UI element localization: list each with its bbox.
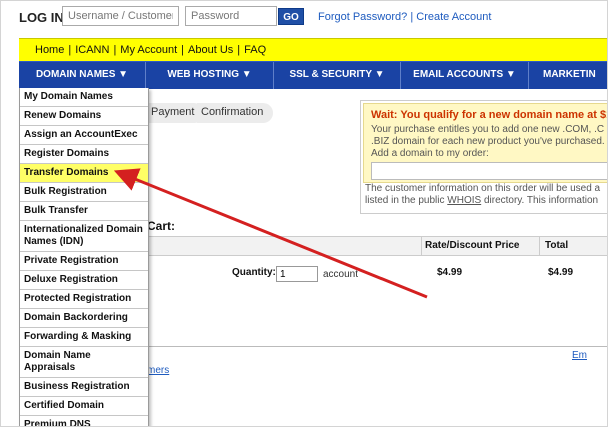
cart-title: Cart: [147, 219, 176, 233]
toplink-faq[interactable]: FAQ [244, 44, 266, 56]
column-divider [539, 237, 540, 255]
note-line-2: listed in the public WHOIS directory. Th… [365, 195, 607, 207]
menu-item-domain-backordering[interactable]: Domain Backordering [20, 309, 148, 328]
note-text: directory. This information [481, 195, 599, 206]
account-links: Forgot Password? | Create Account [318, 11, 491, 23]
create-account-link[interactable]: Create Account [416, 11, 491, 23]
step-payment: Payment [147, 103, 205, 123]
toplink-separator: | [68, 44, 72, 56]
menu-item-private-registration[interactable]: Private Registration [20, 252, 148, 271]
menu-item-my-domain-names[interactable]: My Domain Names [20, 88, 148, 107]
menu-item-idn[interactable]: Internationalized Domain Names (IDN) [20, 221, 148, 252]
menu-item-bulk-registration[interactable]: Bulk Registration [20, 183, 148, 202]
forgot-password-link[interactable]: Forgot Password? [318, 11, 407, 23]
offer-line: Your purchase entitles you to add one ne… [371, 124, 605, 135]
quantity-input[interactable] [276, 266, 318, 282]
toplink-my-account[interactable]: My Account [120, 44, 177, 56]
col-price-header: Rate/Discount Price [425, 240, 520, 251]
domain-names-menu: My Domain Names Renew Domains Assign an … [19, 88, 149, 426]
toplink-about-us[interactable]: About Us [188, 44, 233, 56]
menu-item-deluxe-registration[interactable]: Deluxe Registration [20, 271, 148, 290]
note-text: listed in the public [365, 195, 448, 206]
nav-tab-email-accounts[interactable]: EMAIL ACCOUNTS ▼ [401, 62, 529, 89]
add-domain-input[interactable] [371, 162, 607, 180]
offer-line: .BIZ domain for each new product you've … [371, 136, 605, 147]
menu-item-premium-dns[interactable]: Premium DNS [20, 416, 148, 426]
nav-tab-web-hosting[interactable]: WEB HOSTING ▼ [146, 62, 274, 89]
nav-tab-domain-names[interactable]: DOMAIN NAMES ▼ [19, 62, 146, 89]
divider [147, 346, 607, 347]
step-confirmation: Confirmation [197, 103, 274, 123]
top-links-bar: Home | ICANN | My Account | About Us | FAQ [19, 38, 607, 61]
menu-item-transfer-domains[interactable]: Transfer Domains [20, 164, 148, 183]
toplink-icann[interactable]: ICANN [75, 44, 109, 56]
toplink-separator: | [181, 44, 185, 56]
menu-item-register-domains[interactable]: Register Domains [20, 145, 148, 164]
menu-item-renew-domains[interactable]: Renew Domains [20, 107, 148, 126]
menu-item-bulk-transfer[interactable]: Bulk Transfer [20, 202, 148, 221]
go-button[interactable]: GO [278, 8, 304, 25]
offer-box: Wait: You qualify for a new domain name … [363, 103, 608, 183]
menu-item-protected-registration[interactable]: Protected Registration [20, 290, 148, 309]
password-input[interactable] [185, 6, 277, 26]
customers-link[interactable]: mers [147, 365, 169, 376]
whois-link[interactable]: WHOIS [447, 195, 481, 206]
column-divider [421, 237, 422, 255]
offer-body: Your purchase entitles you to add one ne… [371, 124, 607, 160]
toplink-separator: | [113, 44, 117, 56]
toplink-separator: | [237, 44, 241, 56]
whois-note: The customer information on this order w… [365, 183, 607, 207]
quantity-label: Quantity: [232, 267, 276, 278]
menu-item-certified-domain[interactable]: Certified Domain [20, 397, 148, 416]
menu-item-assign-account-exec[interactable]: Assign an AccountExec [20, 126, 148, 145]
col-total-header: Total [545, 240, 569, 251]
username-input[interactable] [62, 6, 179, 26]
menu-item-forwarding-masking[interactable]: Forwarding & Masking [20, 328, 148, 347]
item-price: $4.99 [437, 267, 463, 278]
cart-header: Rate/Discount Price Total [147, 236, 607, 256]
offer-line: Add a domain to my order: [371, 148, 489, 159]
email-link[interactable]: Em [572, 350, 587, 361]
toplink-home[interactable]: Home [35, 44, 64, 56]
menu-item-domain-name-appraisals[interactable]: Domain Name Appraisals [20, 347, 148, 378]
nav-tab-ssl-security[interactable]: SSL & SECURITY ▼ [274, 62, 401, 89]
offer-title: Wait: You qualify for a new domain name … [371, 109, 608, 121]
link-separator: | [407, 11, 417, 23]
nav-tab-marketing[interactable]: MARKETIN [529, 62, 607, 89]
quantity-unit: account [323, 269, 359, 280]
main-nav: DOMAIN NAMES ▼ WEB HOSTING ▼ SSL & SECUR… [19, 61, 607, 89]
login-label: LOG IN [19, 10, 64, 25]
domain-offer-panel: Wait: You qualify for a new domain name … [360, 100, 608, 214]
item-total: $4.99 [548, 267, 574, 278]
menu-item-business-registration[interactable]: Business Registration [20, 378, 148, 397]
page-frame: LOG IN GO Forgot Password? | Create Acco… [0, 0, 608, 427]
note-line: The customer information on this order w… [365, 183, 601, 194]
